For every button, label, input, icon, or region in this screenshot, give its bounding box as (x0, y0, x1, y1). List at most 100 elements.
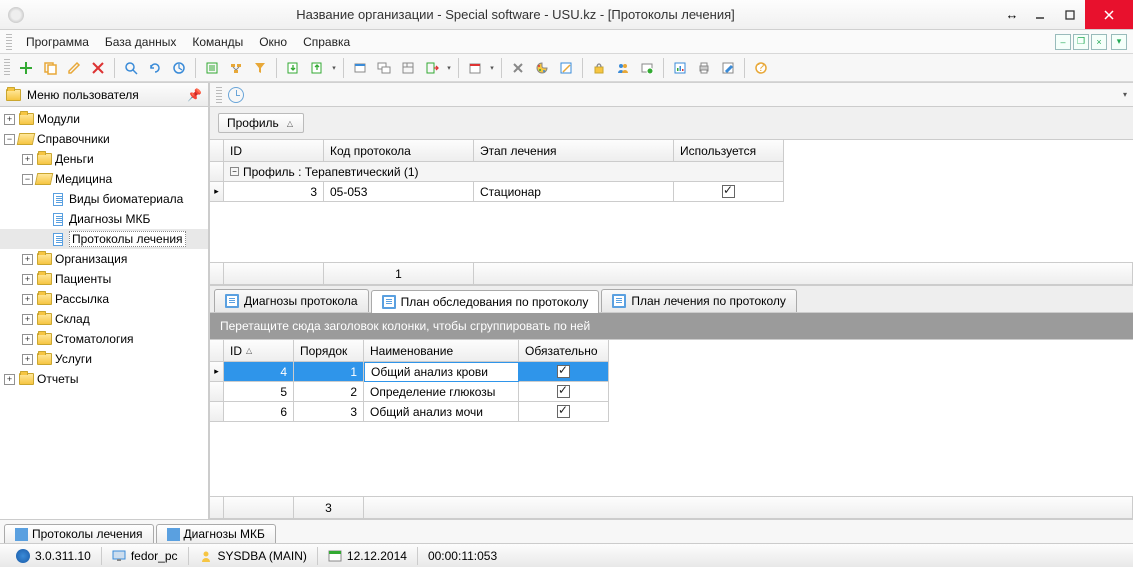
group-hint-panel[interactable]: Перетащите сюда заголовок колонки, чтобы… (210, 313, 1133, 340)
calendar-dropdown[interactable]: ▾ (488, 57, 496, 79)
req-checkbox[interactable] (557, 385, 570, 398)
tab-diagnoses[interactable]: Диагнозы протокола (214, 289, 369, 312)
plan-grid[interactable]: ID△ Порядок Наименование Обязательно ▸ 4… (210, 340, 1133, 519)
window-title: Название организации - Special software … (32, 7, 999, 22)
exit-dropdown[interactable]: ▾ (445, 57, 453, 79)
edit-button[interactable] (63, 57, 85, 79)
mdi-dropdown-button[interactable]: ▾ (1111, 34, 1127, 50)
tree-button[interactable] (225, 57, 247, 79)
tools-button[interactable] (507, 57, 529, 79)
group-chip-profile[interactable]: Профиль△ (218, 113, 304, 133)
menubar: Программа База данных Команды Окно Справ… (0, 30, 1133, 54)
grid-data-row[interactable]: ▸ 3 05-053 Стационар (210, 182, 1133, 202)
plan-row-1[interactable]: ▸ 4 1 Общий анализ крови (210, 362, 1133, 382)
group-panel[interactable]: Профиль△ (210, 107, 1133, 140)
col-used[interactable]: Используется (674, 140, 784, 162)
toolbar-grip[interactable] (4, 59, 10, 77)
plan-row-3[interactable]: 6 3 Общий анализ мочи (210, 402, 1133, 422)
resize-arrows-icon[interactable]: ↔ (999, 7, 1025, 22)
mdi-minimize-button[interactable]: – (1055, 34, 1071, 50)
add-button[interactable] (15, 57, 37, 79)
col-code[interactable]: Код протокола (324, 140, 474, 162)
nav-tree[interactable]: +Модули −Справочники +Деньги −Медицина В… (0, 107, 208, 519)
menu-help[interactable]: Справка (295, 32, 358, 52)
maximize-button[interactable] (1055, 0, 1085, 29)
pin-icon[interactable]: 📌 (187, 88, 202, 102)
grid-group-row[interactable]: − Профиль : Терапевтический (1) (210, 162, 1133, 182)
exit-button[interactable] (421, 57, 443, 79)
doc-icon (382, 295, 396, 309)
plan-row-2[interactable]: 5 2 Определение глюкозы (210, 382, 1133, 402)
col2-id[interactable]: ID△ (224, 340, 294, 362)
footer-tab-mkb[interactable]: Диагнозы МКБ (156, 524, 276, 543)
menubar-grip[interactable] (6, 34, 12, 50)
tree-protocols[interactable]: Протоколы лечения (0, 229, 208, 249)
window-tabs-button[interactable] (397, 57, 419, 79)
req-checkbox[interactable] (557, 405, 570, 418)
list-button[interactable] (201, 57, 223, 79)
doc-icon (15, 528, 28, 541)
palette-button[interactable] (531, 57, 553, 79)
clock-icon[interactable] (228, 87, 244, 103)
copy-button[interactable] (39, 57, 61, 79)
refresh-all-button[interactable] (168, 57, 190, 79)
tab-treat-plan[interactable]: План лечения по протоколу (601, 289, 797, 312)
tree-refs[interactable]: −Справочники (0, 129, 208, 149)
content-area: ▾ Профиль△ ID Код протокола Этап лечения… (210, 83, 1133, 519)
tree-mkb[interactable]: Диагнозы МКБ (0, 209, 208, 229)
footer-tab-protocols[interactable]: Протоколы лечения (4, 524, 154, 543)
tree-money[interactable]: +Деньги (0, 149, 208, 169)
lock-button[interactable] (588, 57, 610, 79)
status-host: fedor_pc (102, 547, 189, 565)
mdi-close-button[interactable]: × (1091, 34, 1107, 50)
col2-name[interactable]: Наименование (364, 340, 519, 362)
tree-patients[interactable]: +Пациенты (0, 269, 208, 289)
tree-medicine[interactable]: −Медицина (0, 169, 208, 189)
doc-icon (225, 294, 239, 308)
note-button[interactable] (555, 57, 577, 79)
tab-exam-plan[interactable]: План обследования по протоколу (371, 290, 600, 313)
export-button[interactable] (306, 57, 328, 79)
tree-org[interactable]: +Организация (0, 249, 208, 269)
tree-mailing[interactable]: +Рассылка (0, 289, 208, 309)
menu-program[interactable]: Программа (18, 32, 97, 52)
help-button[interactable]: ? (750, 57, 772, 79)
mdi-restore-button[interactable]: ❐ (1073, 34, 1089, 50)
print-preview-button[interactable] (717, 57, 739, 79)
protocols-grid[interactable]: ID Код протокола Этап лечения Использует… (210, 140, 1133, 285)
export-dropdown[interactable]: ▾ (330, 57, 338, 79)
calendar-button[interactable] (464, 57, 486, 79)
req-checkbox[interactable] (557, 365, 570, 378)
minimize-button[interactable] (1025, 0, 1055, 29)
doc-icon (612, 294, 626, 308)
col2-order[interactable]: Порядок (294, 340, 364, 362)
tree-reports[interactable]: +Отчеты (0, 369, 208, 389)
permissions-button[interactable] (636, 57, 658, 79)
users-button[interactable] (612, 57, 634, 79)
tree-bio[interactable]: Виды биоматериала (0, 189, 208, 209)
delete-button[interactable] (87, 57, 109, 79)
import-button[interactable] (282, 57, 304, 79)
menu-database[interactable]: База данных (97, 32, 184, 52)
print-button[interactable] (693, 57, 715, 79)
col-stage[interactable]: Этап лечения (474, 140, 674, 162)
window-list-button[interactable] (373, 57, 395, 79)
menu-commands[interactable]: Команды (184, 32, 251, 52)
tree-dental[interactable]: +Стоматология (0, 329, 208, 349)
content-menu-dropdown[interactable]: ▾ (1123, 90, 1127, 99)
tree-stock[interactable]: +Склад (0, 309, 208, 329)
tree-services[interactable]: +Услуги (0, 349, 208, 369)
window-new-button[interactable] (349, 57, 371, 79)
used-checkbox[interactable] (722, 185, 735, 198)
col2-req[interactable]: Обязательно (519, 340, 609, 362)
col-id[interactable]: ID (224, 140, 324, 162)
refresh-button[interactable] (144, 57, 166, 79)
close-button[interactable] (1085, 0, 1133, 29)
tree-modules[interactable]: +Модули (0, 109, 208, 129)
menu-window[interactable]: Окно (251, 32, 295, 52)
content-grip[interactable] (216, 87, 222, 103)
calendar-icon (328, 549, 342, 563)
filter-button[interactable] (249, 57, 271, 79)
report-button[interactable] (669, 57, 691, 79)
search-button[interactable] (120, 57, 142, 79)
